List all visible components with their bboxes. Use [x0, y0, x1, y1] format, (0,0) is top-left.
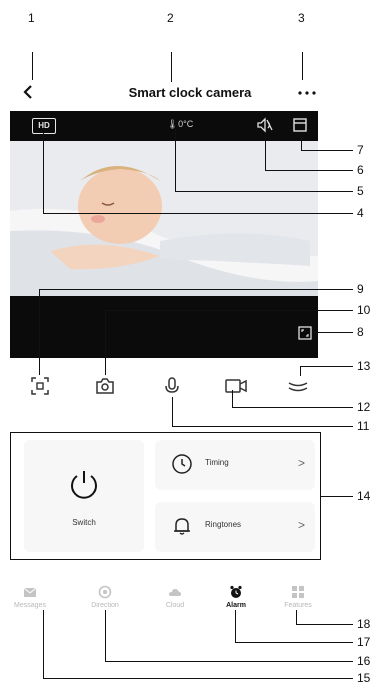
- callout-line-12v: [232, 390, 233, 407]
- callout-number-7: 7: [357, 143, 364, 157]
- callout-line-12h: [232, 407, 353, 408]
- callout-number-6: 6: [357, 163, 364, 177]
- tab-label: Messages: [14, 602, 46, 609]
- callout-line-6v: [265, 134, 266, 170]
- camera-snapshot-icon[interactable]: [95, 376, 115, 396]
- alarm-clock-icon: [230, 585, 242, 598]
- callout-line-10h: [105, 310, 353, 311]
- more-options-icon[interactable]: [296, 84, 318, 100]
- switch-button[interactable]: Switch: [24, 440, 144, 552]
- screenshot-icon[interactable]: [30, 376, 50, 396]
- callout-line-16v: [105, 610, 106, 661]
- callout-number-9: 9: [357, 282, 364, 296]
- screen-mode-icon[interactable]: [292, 117, 308, 133]
- temperature-value: 0°C: [178, 119, 194, 129]
- page-title: Smart clock camera: [128, 85, 252, 100]
- timing-button[interactable]: Timing >: [155, 440, 315, 490]
- thermometer-icon: 🌡︎: [166, 119, 179, 129]
- video-control-bar: [10, 296, 318, 358]
- envelope-icon: [23, 587, 37, 597]
- chevron-right-icon: >: [297, 518, 305, 532]
- tab-direction[interactable]: Direction: [80, 585, 130, 609]
- callout-line-10v: [105, 310, 106, 375]
- callout-line-4v: [43, 133, 44, 213]
- callout-line-13v: [300, 366, 301, 376]
- callout-number-11: 11: [357, 419, 370, 433]
- direction-icon: [98, 585, 112, 599]
- collapse-chevron-icon[interactable]: [286, 376, 310, 396]
- tab-features[interactable]: Features: [273, 585, 323, 609]
- tab-messages[interactable]: Messages: [5, 585, 55, 609]
- callout-number-18: 18: [357, 617, 371, 631]
- callout-line-18h: [296, 624, 353, 625]
- callout-line-6h: [265, 170, 353, 171]
- mute-speaker-icon[interactable]: [256, 117, 274, 133]
- callout-number-13: 13: [357, 359, 371, 373]
- callout-number-14: 14: [357, 489, 371, 503]
- timing-label: Timing: [205, 458, 229, 467]
- bell-icon: [174, 518, 190, 535]
- callout-line-13h: [300, 366, 353, 367]
- fullscreen-icon[interactable]: [298, 326, 312, 340]
- callout-number-4: 4: [357, 206, 364, 220]
- tab-cloud[interactable]: Cloud: [150, 585, 200, 609]
- microphone-icon[interactable]: [162, 376, 182, 396]
- power-icon: [71, 471, 97, 499]
- callout-line-1: [32, 52, 33, 80]
- callout-line-11h: [172, 426, 353, 427]
- grid-icon: [292, 586, 304, 598]
- clock-icon: [172, 454, 192, 474]
- callout-line-2: [171, 52, 172, 82]
- ringtones-button[interactable]: Ringtones >: [155, 502, 315, 552]
- baby-sleeping-image: [10, 141, 318, 296]
- callout-line-18v: [296, 610, 297, 624]
- callout-number-1: 1: [28, 11, 35, 25]
- callout-line-8: [313, 332, 353, 333]
- callout-line-15h: [43, 678, 353, 679]
- temperature-readout: 🌡︎0°C: [150, 119, 210, 130]
- video-feed: [10, 141, 318, 296]
- callout-line-9h: [39, 289, 353, 290]
- tab-label: Alarm: [226, 602, 246, 609]
- callout-line-17h: [235, 642, 353, 643]
- tab-label: Cloud: [165, 602, 185, 609]
- chevron-right-icon: >: [297, 456, 305, 470]
- callout-number-16: 16: [357, 654, 371, 668]
- tab-label: Direction: [91, 602, 119, 609]
- ringtones-label: Ringtones: [205, 520, 242, 529]
- video-record-icon[interactable]: [224, 376, 248, 396]
- callout-line-17v: [235, 610, 236, 642]
- callout-line-16h: [105, 661, 353, 662]
- hd-toggle-button[interactable]: HD: [32, 118, 56, 134]
- cloud-icon: [169, 589, 181, 596]
- callout-line-5v: [175, 129, 176, 191]
- callout-number-15: 15: [357, 671, 371, 685]
- tab-alarm[interactable]: Alarm: [211, 585, 261, 609]
- callout-line-11v: [172, 397, 173, 426]
- back-arrow-icon[interactable]: [20, 84, 36, 100]
- callout-number-10: 10: [357, 303, 371, 317]
- callout-line-14: [321, 496, 353, 497]
- callout-number-3: 3: [298, 11, 305, 25]
- callout-line-7v: [301, 134, 302, 150]
- callout-line-4h: [43, 213, 353, 214]
- callout-number-5: 5: [357, 184, 364, 198]
- callout-line-5h: [175, 191, 353, 192]
- callout-line-9v: [39, 289, 40, 375]
- callout-number-12: 12: [357, 400, 371, 414]
- tab-label: Features: [284, 602, 312, 609]
- switch-label: Switch: [72, 518, 96, 527]
- callout-number-2: 2: [167, 11, 174, 25]
- callout-number-17: 17: [357, 635, 371, 649]
- callout-line-15v: [43, 610, 44, 678]
- callout-line-3: [302, 52, 303, 80]
- callout-line-7h: [301, 150, 353, 151]
- callout-number-8: 8: [357, 325, 364, 339]
